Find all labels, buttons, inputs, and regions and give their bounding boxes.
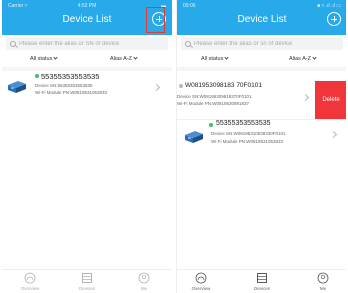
online-status-dot [209, 123, 213, 127]
filter-bar: All status Alias A-Z [177, 54, 346, 66]
nav-me[interactable]: Me [303, 272, 343, 291]
search-icon [185, 40, 191, 47]
wifi-module-pn: Wi-Fi Module PN:W0819531053833 [35, 90, 108, 95]
device-name: 55355353553535 [216, 120, 271, 127]
status-time: 09:06 [183, 3, 196, 9]
nav-devices-label: Devices [78, 286, 95, 291]
nav-overview[interactable]: Overview [181, 272, 221, 291]
nav-me-label: Me [140, 286, 148, 291]
device-name: W081953098183 70F0101 [185, 82, 262, 89]
devices-icon [82, 273, 92, 283]
sort-label: Alias A-Z [289, 56, 312, 62]
chevron-right-icon [301, 93, 310, 102]
nav-devices-label: Devices [253, 286, 270, 291]
status-filter-label: All status [201, 56, 224, 62]
overview-gauge-icon [195, 272, 207, 284]
status-icons: ■ ≈ .ıl .ıl ▭ [317, 3, 341, 9]
search-input[interactable]: Please enter the alias or SN of device [6, 37, 168, 50]
delete-button[interactable]: Delete [315, 81, 346, 119]
bottom-nav: Overview Devices Me [2, 269, 172, 293]
sort-dropdown[interactable]: Alias A-Z [110, 55, 138, 62]
header-bar: 09:06 ■ ≈ .ıl .ıl ▭ Device List [177, 0, 346, 35]
search-placeholder: Please enter the alias or sn of device [194, 40, 293, 47]
online-status-dot [35, 74, 39, 78]
search-input[interactable]: Please enter the alias or sn of device [181, 37, 343, 50]
overview-gauge-icon [24, 272, 36, 284]
nav-overview[interactable]: Overview [10, 272, 50, 291]
nav-me[interactable]: Me [124, 272, 164, 291]
wifi-module-pn: Wi-Fi Module PN:W0819530981837 [177, 101, 250, 106]
device-sn: Device SN:55355353553535 [35, 83, 93, 88]
chevron-down-icon [133, 55, 138, 60]
nav-overview-label: Overview [191, 286, 211, 291]
page-title: Device List [237, 14, 287, 25]
filter-bar: All status Alias A-Z [2, 54, 172, 66]
phone-screen-left: Carrier ≈ 4:52 PM ▬ Device List Please e… [2, 0, 172, 293]
chevron-right-icon [329, 130, 338, 139]
devices-icon [257, 273, 267, 283]
nav-devices[interactable]: Devices [67, 272, 107, 291]
sort-dropdown[interactable]: Alias A-Z [289, 55, 317, 62]
nav-me-label: Me [319, 286, 327, 291]
device-list-item[interactable]: 55355353553535 Device SN:55355353553535 … [2, 71, 172, 109]
nav-overview-label: Overview [20, 286, 40, 291]
device-list-item-swiped[interactable]: W081953098183 70F0101 Device SN:W0819530… [177, 81, 346, 119]
device-list-item[interactable]: 55355353553535 Device SN:W08195310538330… [177, 120, 346, 158]
chevron-down-icon [224, 55, 229, 60]
status-filter-dropdown[interactable]: All status [30, 55, 58, 62]
search-placeholder: Please enter the alias or SN of device [19, 40, 120, 47]
offline-status-dot [179, 84, 183, 88]
sort-label: Alias A-Z [110, 56, 133, 62]
add-device-button[interactable] [327, 12, 341, 26]
phone-screen-right: 09:06 ■ ≈ .ıl .ıl ▭ Device List Please e… [176, 0, 346, 293]
chevron-down-icon [53, 55, 58, 60]
inverter-device-icon [8, 81, 26, 93]
nav-devices[interactable]: Devices [242, 272, 282, 291]
inverter-device-icon [185, 131, 203, 143]
device-sn: Device SN:W08195309818370F0101 [177, 94, 252, 99]
chevron-right-icon [152, 83, 161, 92]
user-icon [138, 272, 150, 284]
device-sn: Device SN:W08195310538330F0101 [211, 131, 286, 136]
wifi-module-pn: Wi-Fi Module PN:W0819531053833 [211, 139, 284, 144]
search-icon [10, 40, 16, 47]
device-name: 55355353553535 [41, 72, 100, 81]
annotation-highlight-box [146, 7, 165, 33]
divider [177, 67, 346, 71]
chevron-down-icon [312, 55, 317, 60]
user-icon [317, 272, 329, 284]
status-filter-label: All status [30, 56, 53, 62]
bottom-nav: Overview Devices Me [177, 269, 346, 293]
status-filter-dropdown[interactable]: All status [201, 55, 229, 62]
